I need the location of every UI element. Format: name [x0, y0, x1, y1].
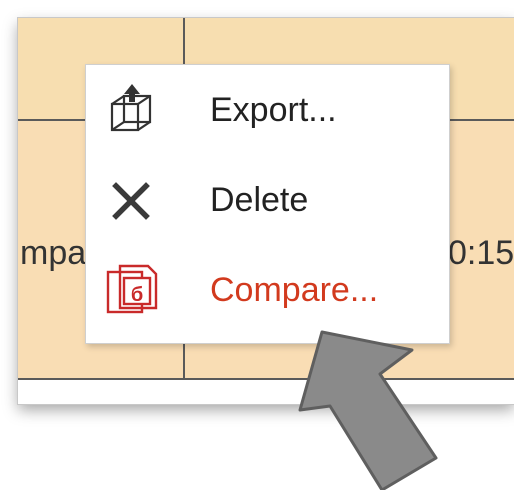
pointer-arrow-icon — [298, 330, 438, 490]
